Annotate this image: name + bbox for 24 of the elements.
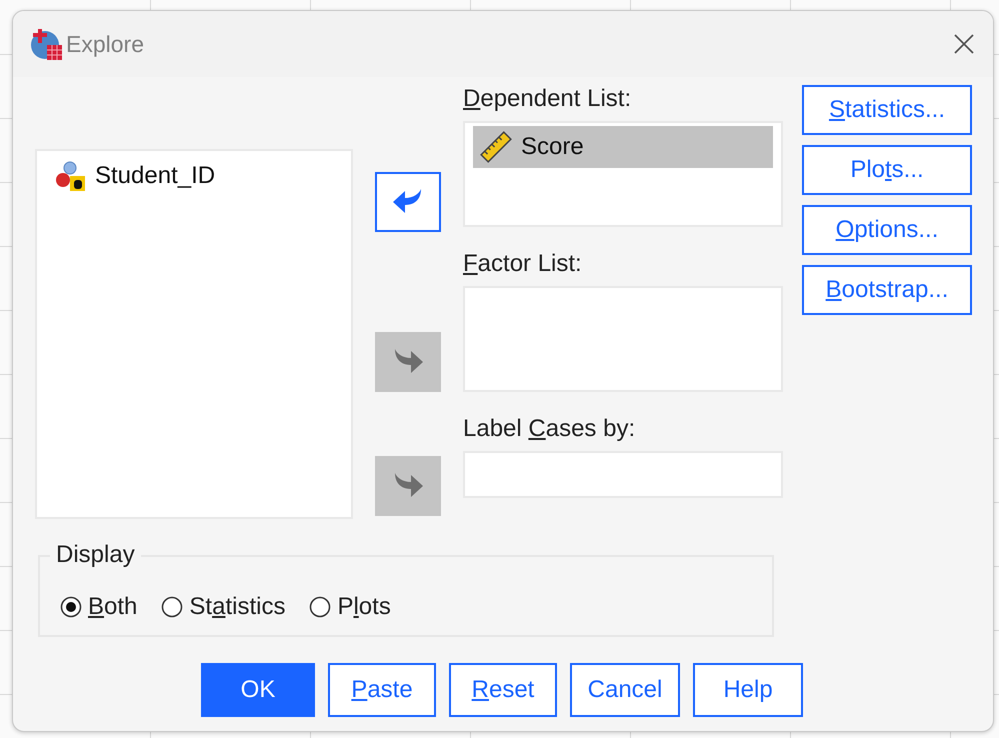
variable-icon [53,159,87,193]
variable-list[interactable]: Student_ID [35,149,353,519]
radio-option[interactable]: Statistics [161,593,286,621]
dialog-button[interactable]: Options... [802,205,972,255]
radio-option[interactable]: Plots [309,593,391,621]
variable-list[interactable]: Score [463,121,783,227]
list-item[interactable]: Score [473,126,773,168]
window-title: Explore [66,30,145,58]
dialog-button[interactable]: OK [201,663,315,717]
close-icon[interactable] [953,33,975,55]
dialog-button[interactable]: Help [693,663,803,717]
list-label: Label Cases by: [463,415,636,444]
dialog-button[interactable]: Plots... [802,145,972,195]
move-button[interactable] [375,172,441,232]
dialog-button[interactable]: Bootstrap... [802,265,972,315]
dialog-button[interactable]: Statistics... [802,85,972,135]
dialog-button[interactable]: Paste [328,663,436,717]
list-label: Factor List: [463,250,583,279]
list-label: Dependent List: [463,85,632,114]
app-icon [29,27,63,61]
dialog-button[interactable]: Reset [449,663,557,717]
dialog-button[interactable]: Cancel [570,663,680,717]
list-item[interactable]: Student_ID [47,155,341,197]
radio-option[interactable]: Both [60,593,138,621]
